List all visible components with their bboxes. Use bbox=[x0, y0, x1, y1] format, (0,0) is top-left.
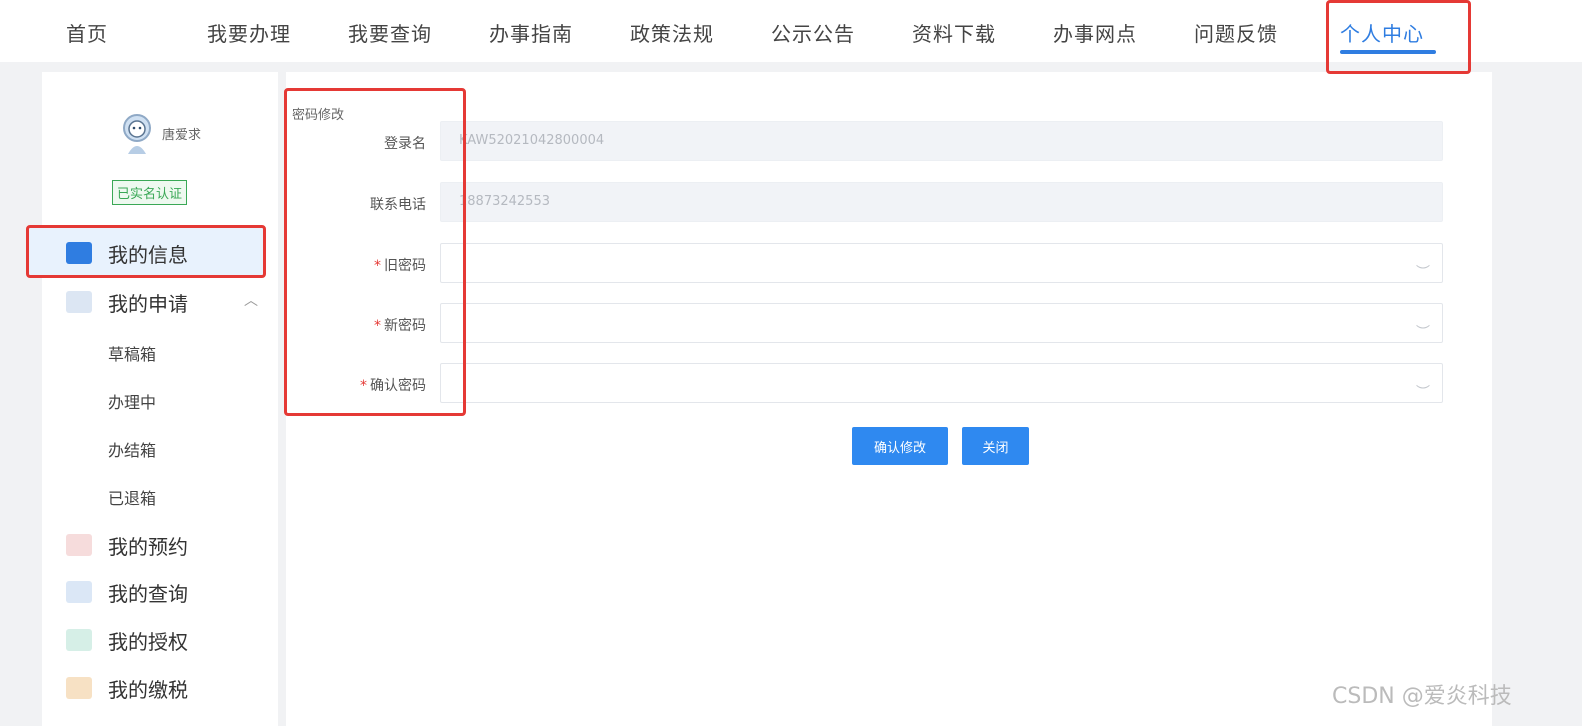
menu-my-apply[interactable]: 我的申请 bbox=[66, 286, 188, 318]
login-field: KAW52021042800004 bbox=[440, 121, 1443, 161]
tax-icon bbox=[66, 677, 92, 699]
highlight-personal-center bbox=[1326, 0, 1471, 74]
menu-my-query-label: 我的查询 bbox=[108, 581, 188, 606]
menu-my-apply-label: 我的申请 bbox=[108, 291, 188, 316]
confirm-change-button[interactable]: 确认修改 bbox=[852, 427, 948, 465]
new-password-input[interactable]: ︶ bbox=[440, 303, 1443, 343]
nav-outlets[interactable]: 办事网点 bbox=[1053, 18, 1137, 47]
menu-my-query[interactable]: 我的查询 bbox=[66, 576, 188, 608]
menu-my-auth-label: 我的授权 bbox=[108, 629, 188, 654]
username: 唐爱求 bbox=[162, 128, 202, 143]
document-edit-icon bbox=[66, 291, 92, 313]
submenu-in-progress[interactable]: 办理中 bbox=[108, 389, 156, 413]
nav-home[interactable]: 首页 bbox=[66, 18, 108, 47]
highlight-my-info bbox=[26, 225, 266, 278]
calendar-icon bbox=[66, 534, 92, 556]
submenu-completed[interactable]: 办结箱 bbox=[108, 437, 156, 461]
menu-my-auth[interactable]: 我的授权 bbox=[66, 624, 188, 656]
submenu-drafts[interactable]: 草稿箱 bbox=[108, 341, 156, 365]
phone-value: 18873242553 bbox=[459, 194, 550, 209]
avatar bbox=[123, 114, 151, 154]
menu-my-tax-label: 我的缴税 bbox=[108, 677, 188, 702]
close-button[interactable]: 关闭 bbox=[962, 427, 1029, 465]
nav-apply[interactable]: 我要办理 bbox=[207, 18, 291, 47]
shield-icon bbox=[66, 629, 92, 651]
nav-feedback[interactable]: 问题反馈 bbox=[1194, 18, 1278, 47]
eye-icon[interactable]: ︶ bbox=[1416, 374, 1430, 412]
highlight-form-labels bbox=[284, 88, 466, 416]
old-password-input[interactable]: ︶ bbox=[440, 243, 1443, 283]
eye-icon[interactable]: ︶ bbox=[1416, 254, 1430, 292]
phone-field: 18873242553 bbox=[440, 182, 1443, 222]
watermark: CSDN @爱炎科技 bbox=[1332, 684, 1512, 709]
nav-query[interactable]: 我要查询 bbox=[348, 18, 432, 47]
search-list-icon bbox=[66, 581, 92, 603]
submenu-returned[interactable]: 已退箱 bbox=[108, 485, 156, 509]
eye-icon[interactable]: ︶ bbox=[1416, 314, 1430, 352]
menu-my-reservation-label: 我的预约 bbox=[108, 534, 188, 559]
nav-download[interactable]: 资料下载 bbox=[912, 18, 996, 47]
menu-my-reservation[interactable]: 我的预约 bbox=[66, 529, 188, 561]
login-value: KAW52021042800004 bbox=[459, 133, 605, 148]
verified-badge: 已实名认证 bbox=[112, 180, 188, 205]
menu-my-tax[interactable]: 我的缴税 bbox=[66, 672, 188, 704]
nav-guide[interactable]: 办事指南 bbox=[489, 18, 573, 47]
confirm-password-input[interactable]: ︶ bbox=[440, 363, 1443, 403]
chevron-up-icon[interactable]: ︿ bbox=[244, 290, 258, 310]
nav-notice[interactable]: 公示公告 bbox=[771, 18, 855, 47]
nav-policy[interactable]: 政策法规 bbox=[630, 18, 714, 47]
